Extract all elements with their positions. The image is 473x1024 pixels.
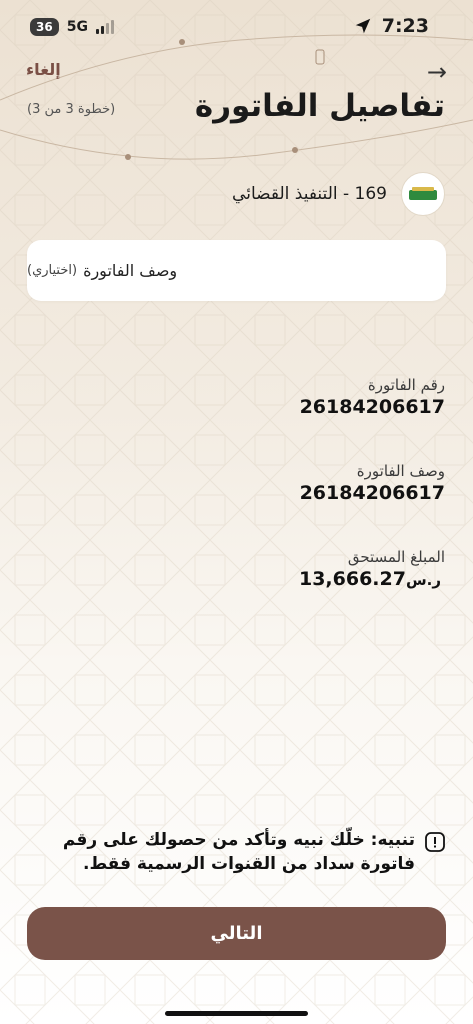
invoice-description-label: وصف الفاتورة (356, 462, 445, 480)
description-label: وصف الفاتورة (83, 261, 178, 280)
alert-icon (425, 832, 445, 852)
status-right: 7:23 (354, 15, 429, 37)
invoice-number-value: 26184206617 (299, 396, 445, 418)
home-indicator[interactable] (165, 1011, 308, 1016)
currency-symbol: ر.س (405, 571, 441, 589)
status-left: 36 5G (30, 18, 114, 36)
clock: 7:23 (381, 15, 429, 37)
next-button[interactable]: التالي (27, 907, 446, 960)
invoice-description-input[interactable]: وصف الفاتورة (اختياري) (27, 240, 446, 301)
signal-icon (95, 20, 114, 34)
biller-logo-icon (401, 172, 445, 216)
invoice-description-value: 26184206617 (299, 482, 445, 504)
amount-due-value: ر.س13,666.27 (299, 568, 445, 590)
status-bar: 36 5G 7:23 (0, 0, 473, 56)
invoice-description: وصف الفاتورة 26184206617 (300, 462, 445, 504)
invoice-number: رقم الفاتورة 26184206617 (300, 376, 445, 418)
battery-indicator: 36 (30, 18, 59, 36)
invoice-number-label: رقم الفاتورة (367, 376, 445, 394)
cancel-button[interactable]: إلغاء (26, 60, 61, 79)
amount-number: 13,666.27 (298, 568, 406, 590)
amount-due: المبلغ المستحق ر.س13,666.27 (299, 548, 445, 590)
warning-notice: تنبيه: خلّك نبيه وتأكد من حصولك على رقم … (25, 828, 445, 876)
network-type: 5G (66, 19, 88, 35)
step-indicator: (خطوة 3 من 3) (27, 102, 116, 117)
arrow-right-icon[interactable]: → (427, 58, 447, 86)
amount-due-label: المبلغ المستحق (347, 548, 445, 566)
location-arrow-icon (355, 18, 370, 34)
biller-name: 169 - التنفيذ القضائي (232, 184, 387, 204)
warning-text: تنبيه: خلّك نبيه وتأكد من حصولك على رقم … (62, 830, 415, 874)
optional-label: (اختياري) (27, 263, 78, 278)
page-title: تفاصيل الفاتورة (194, 88, 445, 124)
biller-info: 169 - التنفيذ القضائي (232, 172, 445, 216)
